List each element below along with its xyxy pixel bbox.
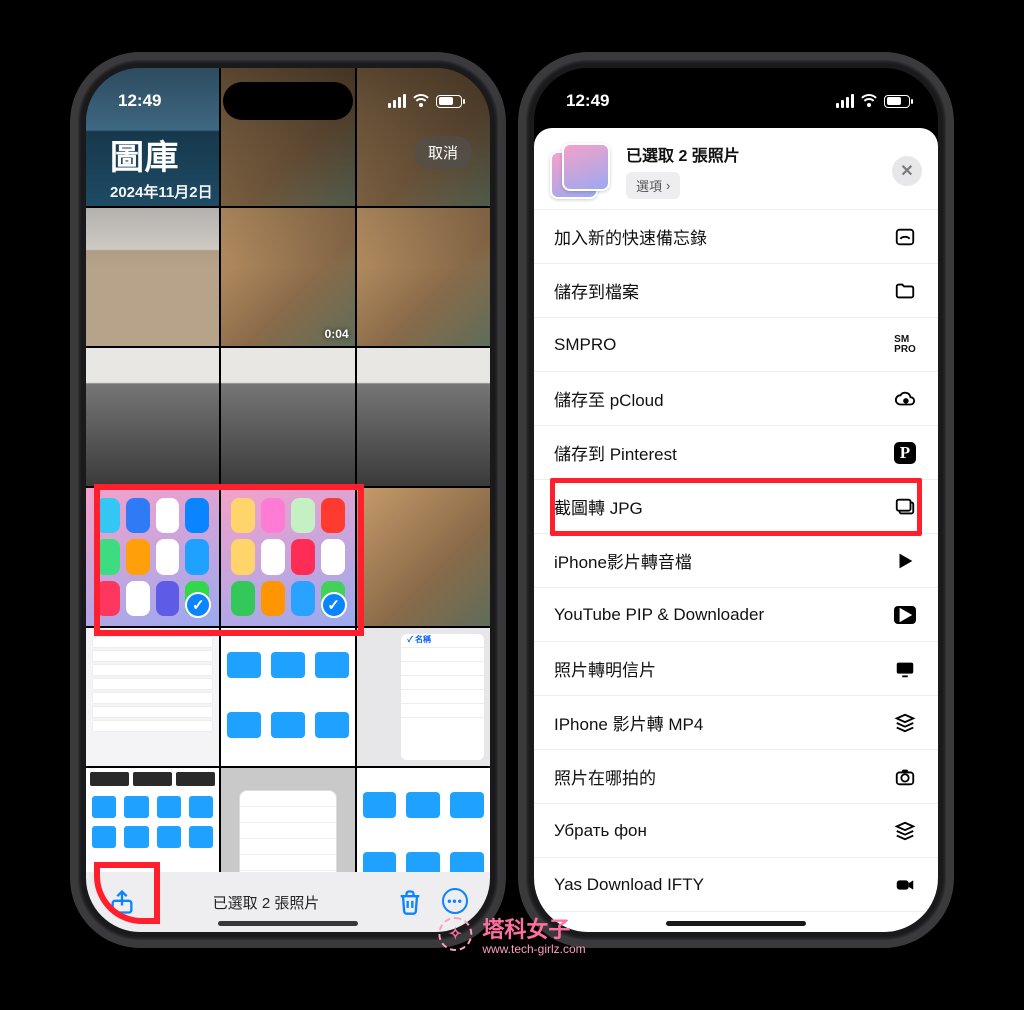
pinterest-icon: P: [892, 442, 918, 464]
cellular-icon: [836, 94, 854, 108]
ytsq-icon: [892, 604, 918, 626]
wifi-icon: [860, 94, 878, 108]
share-action-label: YouTube PIP & Downloader: [554, 605, 764, 625]
screen-right: 12:49 已選取 2 張照片 選項 › ✕: [534, 68, 938, 932]
share-action-label: 截圖轉 JPG: [554, 494, 643, 519]
share-action[interactable]: SMPRO SMPRO: [534, 318, 938, 372]
share-action-label: IPhone 影片轉 MP4: [554, 710, 703, 735]
photo-tile[interactable]: ✓ 名稱: [357, 628, 490, 766]
options-button[interactable]: 選項 ›: [626, 172, 680, 199]
dynamic-island: [223, 82, 353, 120]
share-action-label: SMPRO: [554, 335, 616, 355]
home-indicator[interactable]: [666, 921, 806, 926]
battery-icon: [884, 95, 910, 108]
cancel-button[interactable]: 取消: [414, 136, 472, 169]
share-action-label: Yas Download IFTY: [554, 875, 704, 895]
photo-tile[interactable]: [357, 488, 490, 626]
watermark-url: www.tech-girlz.com: [482, 942, 585, 956]
battery-icon: [436, 95, 462, 108]
share-action-label: 儲存至 pCloud: [554, 386, 664, 411]
status-icons: [388, 94, 462, 108]
share-action-label: Blurred Background Frame: [554, 929, 758, 933]
play-icon: [892, 550, 918, 572]
share-action-label: iPhone影片轉音檔: [554, 548, 692, 573]
selected-check-icon: ✓: [321, 592, 347, 618]
photos-app: 圖庫 2024年11月2日 取消 0:04: [86, 68, 490, 932]
share-action[interactable]: 儲存到檔案: [534, 264, 938, 318]
share-action[interactable]: iPhone影片轉音檔: [534, 534, 938, 588]
picture-icon: [892, 928, 918, 933]
videocam-icon: [892, 874, 918, 896]
screen-icon: [892, 658, 918, 680]
photo-tile[interactable]: [86, 628, 219, 766]
photo-tile[interactable]: [86, 768, 219, 872]
share-action[interactable]: Убрать фон: [534, 804, 938, 858]
pcloud-icon: [892, 388, 918, 410]
photo-tile-selected[interactable]: ✓: [86, 488, 219, 626]
camera-icon: [892, 766, 918, 788]
selection-count: 已選取 2 張照片: [213, 892, 320, 913]
share-sheet: 已選取 2 張照片 選項 › ✕ 加入新的快速備忘錄儲存到檔案SMPROSMPR…: [534, 128, 938, 932]
photo-tile[interactable]: [221, 348, 354, 486]
share-action[interactable]: 截圖轉 JPG: [534, 480, 938, 534]
stack-icon: [892, 712, 918, 734]
close-button[interactable]: ✕: [892, 156, 922, 186]
cellular-icon: [388, 94, 406, 108]
share-action[interactable]: YouTube PIP & Downloader: [534, 588, 938, 642]
video-duration: 0:04: [325, 327, 349, 341]
photo-tile[interactable]: [357, 208, 490, 346]
share-action[interactable]: 儲存至 pCloud: [534, 372, 938, 426]
photo-tile[interactable]: [221, 768, 354, 872]
status-time: 12:49: [566, 91, 609, 111]
photo-tile[interactable]: [86, 348, 219, 486]
share-action-label: 照片轉明信片: [554, 656, 656, 681]
folder-icon: [892, 280, 918, 302]
share-action[interactable]: IPhone 影片轉 MP4: [534, 696, 938, 750]
selection-thumbnails: [550, 143, 612, 199]
share-actions-list[interactable]: 加入新的快速備忘錄儲存到檔案 SMPRO SMPRO 儲存至 pCloud 儲存到 Pi…: [534, 210, 938, 932]
share-title: 已選取 2 張照片: [626, 142, 740, 166]
phone-right: 12:49 已選取 2 張照片 選項 › ✕: [526, 60, 946, 940]
photo-tile[interactable]: [357, 348, 490, 486]
share-action-label: 加入新的快速備忘錄: [554, 224, 707, 249]
home-indicator[interactable]: [218, 921, 358, 926]
more-button[interactable]: •••: [442, 888, 468, 914]
share-action-label: 儲存到檔案: [554, 278, 639, 303]
trash-button[interactable]: [396, 888, 424, 916]
quicknote-icon: [892, 226, 918, 248]
stack-icon: [892, 820, 918, 842]
status-icons: [836, 94, 910, 108]
share-button[interactable]: [108, 888, 136, 916]
dynamic-island: [671, 82, 801, 120]
photo-tile[interactable]: [221, 628, 354, 766]
smpro-icon: SMPRO: [892, 334, 918, 356]
chevron-right-icon: ›: [666, 178, 670, 193]
share-action[interactable]: 加入新的快速備忘錄: [534, 210, 938, 264]
status-time: 12:49: [118, 91, 161, 111]
photo-tile[interactable]: 0:04: [221, 208, 354, 346]
photo-grid[interactable]: 0:04 ✓ ✓: [86, 68, 490, 872]
phone-left: 12:49 圖庫 2024年11月2日 取消 0:04: [78, 60, 498, 940]
images-icon: [892, 496, 918, 518]
screen-left: 12:49 圖庫 2024年11月2日 取消 0:04: [86, 68, 490, 932]
share-sheet-header: 已選取 2 張照片 選項 › ✕: [534, 128, 938, 210]
photo-tile[interactable]: [357, 768, 490, 872]
share-action[interactable]: 照片在哪拍的: [534, 750, 938, 804]
share-action[interactable]: 照片轉明信片: [534, 642, 938, 696]
photo-tile[interactable]: [86, 208, 219, 346]
wifi-icon: [412, 94, 430, 108]
share-action-label: 照片在哪拍的: [554, 764, 656, 789]
share-action[interactable]: Yas Download IFTY: [534, 858, 938, 912]
share-action-label: 儲存到 Pinterest: [554, 440, 677, 465]
photo-tile-selected[interactable]: ✓: [221, 488, 354, 626]
share-action-label: Убрать фон: [554, 821, 647, 841]
share-action[interactable]: 儲存到 Pinterest P: [534, 426, 938, 480]
